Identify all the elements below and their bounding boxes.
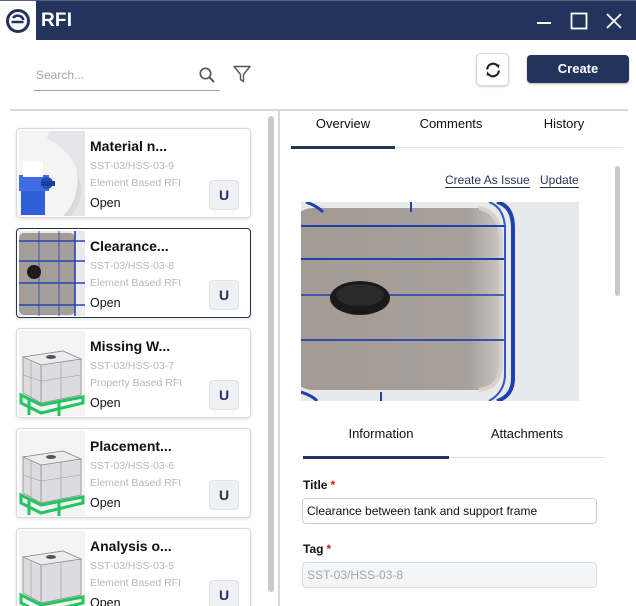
tab-attachments[interactable]: Attachments <box>454 426 600 441</box>
rfi-thumbnail <box>19 431 85 516</box>
tab-information[interactable]: Information <box>303 426 459 441</box>
tag-field: SST-03/HSS-03-8 <box>302 562 597 588</box>
rfi-status: Open <box>90 196 121 210</box>
rfi-preview-image <box>301 202 579 401</box>
sync-icon <box>485 62 500 77</box>
tab-overview[interactable]: Overview <box>291 116 395 131</box>
rfi-type: Element Based RFI <box>90 577 182 589</box>
rfi-card[interactable]: Placement... SST-03/HSS-03-6 Element Bas… <box>16 428 251 518</box>
rfi-thumbnail <box>19 331 85 416</box>
rfi-status: Open <box>90 396 121 410</box>
user-badge[interactable]: U <box>209 180 239 210</box>
required-mark: * <box>330 478 336 492</box>
search-input[interactable] <box>36 65 186 85</box>
minimize-button[interactable] <box>530 7 558 35</box>
user-badge[interactable]: U <box>209 480 239 510</box>
app-logo <box>0 1 36 41</box>
maximize-button[interactable] <box>565 7 593 35</box>
rfi-title: Clearance... <box>90 238 169 254</box>
rfi-status: Open <box>90 496 121 510</box>
rfi-type: Property Based RFI <box>90 377 183 389</box>
rfi-title: Analysis o... <box>90 538 172 554</box>
rfi-thumbnail <box>19 131 85 216</box>
tab-comments[interactable]: Comments <box>399 116 503 131</box>
detail-scrollbar[interactable] <box>615 166 620 296</box>
title-bar: RFI <box>0 0 636 41</box>
close-icon <box>606 13 622 29</box>
rfi-type: Element Based RFI <box>90 277 182 289</box>
search-icon[interactable] <box>198 66 216 84</box>
required-mark: * <box>326 542 332 556</box>
close-button[interactable] <box>600 7 628 35</box>
user-badge[interactable]: U <box>209 380 239 410</box>
rfi-card-selected[interactable]: Clearance... SST-03/HSS-03-8 Element Bas… <box>16 228 251 318</box>
rfi-tag: SST-03/HSS-03-8 <box>90 260 175 272</box>
rfi-list: Material n... SST-03/HSS-03-9 Element Ba… <box>0 112 278 606</box>
tag-field-label: Tag * <box>303 542 331 556</box>
rfi-tag: SST-03/HSS-03-7 <box>90 360 175 372</box>
panel-divider <box>278 111 280 606</box>
user-badge[interactable]: U <box>209 580 239 606</box>
tag-label-text: Tag <box>303 542 324 556</box>
sync-button[interactable] <box>476 53 509 86</box>
title-field-label: Title * <box>303 478 335 492</box>
rfi-card[interactable]: Missing W... SST-03/HSS-03-7 Property Ba… <box>16 328 251 418</box>
rfi-title: Missing W... <box>90 338 171 354</box>
tab-history[interactable]: History <box>512 116 616 131</box>
list-scrollbar[interactable] <box>268 116 274 592</box>
rfi-card[interactable]: Analysis o... SST-03/HSS-03-5 Element Ba… <box>16 528 251 606</box>
maximize-icon <box>570 12 588 30</box>
rfi-status: Open <box>90 296 121 310</box>
rfi-status: Open <box>90 596 121 606</box>
rfi-type: Element Based RFI <box>90 477 182 489</box>
window-title: RFI <box>41 10 73 31</box>
user-badge[interactable]: U <box>209 280 239 310</box>
filter-icon[interactable] <box>232 64 252 84</box>
create-button[interactable]: Create <box>527 55 629 83</box>
toolbar-divider <box>10 109 628 111</box>
title-field[interactable]: Clearance between tank and support frame <box>302 498 597 524</box>
active-subtab-indicator <box>303 456 449 459</box>
rfi-thumbnail <box>19 531 85 606</box>
rfi-card[interactable]: Material n... SST-03/HSS-03-9 Element Ba… <box>16 128 251 218</box>
update-link[interactable]: Update <box>540 173 579 188</box>
create-as-issue-link[interactable]: Create As Issue <box>445 173 530 188</box>
rfi-type: Element Based RFI <box>90 177 182 189</box>
rfi-title: Placement... <box>90 438 172 454</box>
rfi-tag: SST-03/HSS-03-9 <box>90 160 175 172</box>
search-box <box>34 60 220 91</box>
rfi-title: Material n... <box>90 138 168 154</box>
active-tab-indicator <box>291 146 395 149</box>
minimize-icon <box>537 22 551 24</box>
rfi-app: RFI Create <box>0 0 636 606</box>
title-label-text: Title <box>303 478 328 492</box>
rfi-tag: SST-03/HSS-03-6 <box>90 460 175 472</box>
rfi-thumbnail <box>19 231 85 316</box>
rfi-tag: SST-03/HSS-03-5 <box>90 560 175 572</box>
